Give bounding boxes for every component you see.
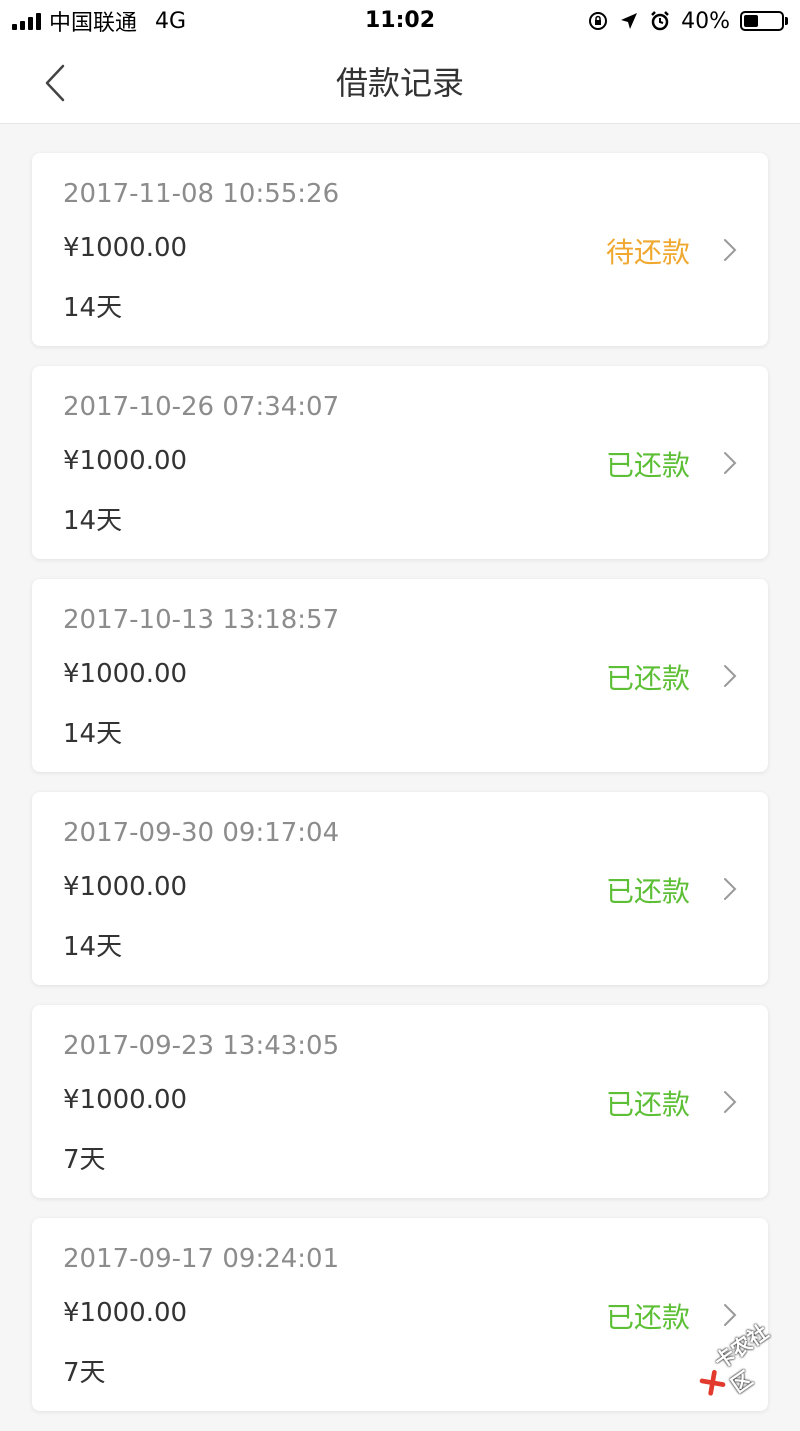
record-term: 7天 <box>63 1358 106 1388</box>
record-amount: ¥1000.00 <box>63 659 188 689</box>
record-date: 2017-09-23 13:43:05 <box>63 1031 340 1061</box>
status-right: 40% <box>587 0 788 42</box>
record-term: 7天 <box>63 1145 106 1175</box>
record-term: 14天 <box>63 506 123 536</box>
loan-record-card[interactable]: 2017-09-17 09:24:01 ¥1000.00 7天 已还款 <box>32 1218 768 1411</box>
location-arrow-icon <box>621 13 638 29</box>
page-title: 借款记录 <box>335 64 464 102</box>
battery-icon <box>740 11 788 31</box>
chevron-right-icon <box>724 1091 737 1113</box>
loan-record-card[interactable]: 2017-10-26 07:34:07 ¥1000.00 14天 已还款 <box>32 366 768 559</box>
record-date: 2017-10-13 13:18:57 <box>63 605 340 635</box>
status-bar: 中国联通 4G 11:02 40% <box>0 0 800 42</box>
record-term: 14天 <box>63 719 123 749</box>
chevron-right-icon <box>724 1304 737 1326</box>
loan-record-card[interactable]: 2017-09-23 13:43:05 ¥1000.00 7天 已还款 <box>32 1005 768 1198</box>
record-date: 2017-09-17 09:24:01 <box>63 1244 340 1274</box>
record-amount: ¥1000.00 <box>63 446 188 476</box>
record-status: 已还款 <box>605 449 690 482</box>
record-term: 14天 <box>63 932 123 962</box>
chevron-right-icon <box>724 239 737 261</box>
chevron-right-icon <box>724 452 737 474</box>
record-amount: ¥1000.00 <box>63 1085 188 1115</box>
battery-percent: 40% <box>681 8 730 34</box>
record-amount: ¥1000.00 <box>63 872 188 902</box>
chevron-right-icon <box>724 878 737 900</box>
record-status: 已还款 <box>605 662 690 695</box>
record-amount: ¥1000.00 <box>63 233 188 263</box>
record-status: 待还款 <box>605 236 690 269</box>
record-date: 2017-09-30 09:17:04 <box>63 818 340 848</box>
record-date: 2017-11-08 10:55:26 <box>63 179 340 209</box>
record-status: 已还款 <box>605 1301 690 1334</box>
loan-record-card[interactable]: 2017-09-30 09:17:04 ¥1000.00 14天 已还款 <box>32 792 768 985</box>
loan-record-list: 2017-11-08 10:55:26 ¥1000.00 14天 待还款 201… <box>32 153 768 1431</box>
navigation-bar: 借款记录 <box>0 42 800 124</box>
chevron-right-icon <box>724 665 737 687</box>
record-status: 已还款 <box>605 1088 690 1121</box>
record-amount: ¥1000.00 <box>63 1298 188 1328</box>
loan-record-card[interactable]: 2017-11-08 10:55:26 ¥1000.00 14天 待还款 <box>32 153 768 346</box>
record-status: 已还款 <box>605 875 690 908</box>
orientation-lock-icon <box>589 12 608 30</box>
alarm-clock-icon <box>651 11 669 31</box>
record-term: 14天 <box>63 293 123 323</box>
record-date: 2017-10-26 07:34:07 <box>63 392 340 422</box>
loan-record-card[interactable]: 2017-10-13 13:18:57 ¥1000.00 14天 已还款 <box>32 579 768 772</box>
